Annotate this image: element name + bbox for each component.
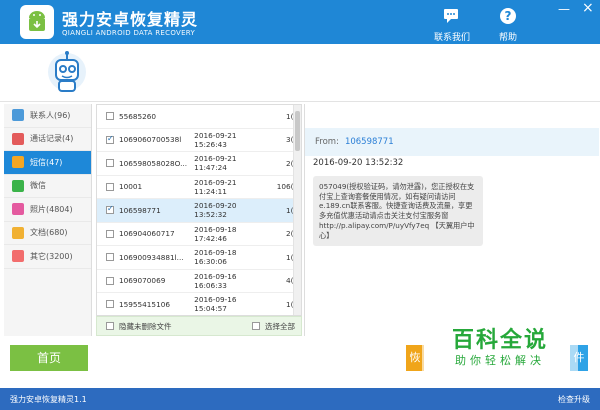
row-number: 106900934881l...	[118, 252, 184, 262]
row-number: 1069060700538l	[118, 135, 182, 145]
row-number: 10001	[118, 182, 143, 192]
row-checkbox[interactable]	[106, 300, 114, 309]
row-number: 1069070069	[118, 276, 166, 286]
row-number: 106904060717	[118, 229, 175, 239]
row-date: 2016-09-21 15:26:43	[194, 130, 237, 149]
sms-icon	[12, 156, 24, 169]
sidebar-item-label: 通话记录(4)	[30, 134, 74, 144]
contact-us-button[interactable]: 联系我们	[430, 6, 474, 43]
message-row[interactable]: 1069040607172016-09-18 17:42:462(0)	[97, 223, 301, 246]
row-number: 15955415106	[118, 299, 171, 309]
message-row[interactable]: 159554151062016-09-16 15:04:571(0)	[97, 293, 301, 315]
sidebar-item-sms[interactable]: 短信(47)	[4, 151, 91, 175]
svg-text:?: ?	[505, 9, 512, 23]
banner	[0, 44, 600, 102]
row-checkbox[interactable]	[106, 204, 114, 215]
close-button[interactable]: ×	[582, 0, 594, 16]
sidebar-item-photos[interactable]: 照片(4804)	[4, 198, 91, 222]
sidebar-item-label: 照片(4804)	[30, 204, 73, 214]
row-date: 2016-09-20 13:52:32	[194, 201, 237, 220]
message-bubble: 057049(授权验证码，请勿泄露)，您正授权在支付宝上查询套餐使用情况，如有疑…	[313, 176, 483, 247]
row-checkbox[interactable]	[106, 276, 114, 285]
hide-deleted-checkbox[interactable]	[106, 322, 114, 330]
sidebar-item-label: 其它(3200)	[30, 251, 73, 261]
version-label: 强力安卓恢复精灵1.1	[10, 394, 87, 404]
from-label: From:	[315, 137, 339, 147]
wechat-icon	[12, 179, 24, 192]
row-checkbox[interactable]	[106, 253, 114, 262]
sidebar-item-label: 微信	[30, 181, 46, 191]
row-date: 2016-09-21 11:24:11	[194, 177, 237, 196]
message-date: 2016-09-20 13:52:32	[313, 158, 404, 168]
message-detail: From: 106598771 2016-09-20 13:52:32 0570…	[304, 104, 599, 336]
row-date: 2016-09-18 16:30:06	[194, 248, 237, 267]
select-all-label: 选择全部	[265, 321, 295, 331]
row-number: 106598771	[118, 205, 161, 215]
sidebar-item-contacts[interactable]: 联系人(96)	[4, 104, 91, 128]
message-row[interactable]: 106900934881l...2016-09-18 16:30:061(0)	[97, 246, 301, 270]
message-row[interactable]: 10690700692016-09-16 16:06:334(0)	[97, 270, 301, 293]
call-log-icon	[12, 132, 24, 145]
message-row[interactable]: 10001 2016-09-21 11:24:11 106(0)	[97, 176, 301, 199]
sidebar-item-call-log[interactable]: 通话记录(4)	[4, 128, 91, 151]
status-bar: 强力安卓恢复精灵1.1 检查升级	[0, 388, 600, 410]
list-scrollbar-thumb[interactable]	[295, 111, 300, 151]
watermark-title: 百科全说	[451, 328, 548, 353]
row-checkbox[interactable]	[106, 159, 114, 168]
android-logo-icon	[29, 11, 45, 31]
row-number: 106598058028O...	[118, 158, 188, 168]
watermark: 百科全说 助你轻松解决	[422, 314, 578, 380]
row-checkbox[interactable]	[106, 229, 114, 238]
help-button[interactable]: ? 帮助	[486, 6, 530, 43]
sidebar-item-other[interactable]: 其它(3200)	[4, 245, 91, 269]
row-date: 2016-09-16 15:04:57	[194, 295, 237, 314]
contacts-icon	[12, 109, 24, 122]
list-scrollbar[interactable]	[293, 105, 301, 315]
title-bar: 强力安卓恢复精灵 QIANGLI ANDROID DATA RECOVERY 联…	[0, 0, 600, 44]
hide-deleted-label: 隐藏未删除文件	[119, 321, 172, 331]
check-update-link[interactable]: 检查升级	[558, 394, 590, 405]
select-all-checkbox[interactable]	[252, 322, 260, 330]
sidebar-item-label: 文档(680)	[30, 228, 68, 238]
sidebar-item-wechat[interactable]: 微信	[4, 175, 91, 198]
row-checkbox[interactable]	[106, 112, 114, 121]
chat-icon	[444, 9, 458, 23]
sidebar-item-label: 短信(47)	[30, 157, 63, 167]
message-row[interactable]: 106598058028O...2016-09-21 11:47:242(0)	[97, 152, 301, 176]
from-number: 106598771	[344, 137, 394, 147]
app-title: 强力安卓恢复精灵	[62, 10, 199, 29]
row-checkbox[interactable]	[106, 134, 114, 144]
row-date: 2016-09-21 11:47:24	[194, 154, 237, 173]
sidebar-item-documents[interactable]: 文档(680)	[4, 222, 91, 245]
message-row[interactable]: 1069060700538l2016-09-21 15:26:433(0)	[97, 129, 301, 152]
contact-us-label: 联系我们	[433, 33, 470, 43]
list-footer: 隐藏未删除文件 选择全部	[96, 316, 302, 336]
home-button[interactable]: 首页	[10, 345, 88, 371]
minimize-button[interactable]: —	[558, 2, 570, 16]
row-date: 2016-09-18 17:42:46	[194, 224, 237, 243]
row-date: 2016-09-16 16:06:33	[194, 271, 237, 290]
message-list: 556852601(0) 1069060700538l 2016-09-21 15:…	[96, 104, 302, 316]
documents-icon	[12, 226, 24, 239]
app-logo	[20, 5, 54, 39]
message-row[interactable]: 1065987712016-09-20 13:52:321(0)	[97, 199, 301, 223]
category-sidebar: 联系人(96) 通话记录(4) 短信(47) 微信照片(4804) 文档(680) 其它(…	[4, 104, 92, 336]
photos-icon	[12, 203, 24, 216]
row-number: 55685260	[118, 111, 157, 121]
help-icon: ?	[500, 8, 516, 24]
other-icon	[12, 250, 24, 263]
sidebar-item-label: 联系人(96)	[30, 110, 71, 120]
from-bar: From: 106598771	[305, 128, 599, 156]
row-checkbox[interactable]	[106, 182, 114, 191]
help-label: 帮助	[498, 33, 517, 43]
robot-mascot-icon	[48, 51, 86, 92]
watermark-subtitle: 助你轻松解决	[455, 354, 545, 367]
app-subtitle: QIANGLI ANDROID DATA RECOVERY	[62, 29, 196, 37]
message-row[interactable]: 556852601(0)	[97, 105, 301, 129]
